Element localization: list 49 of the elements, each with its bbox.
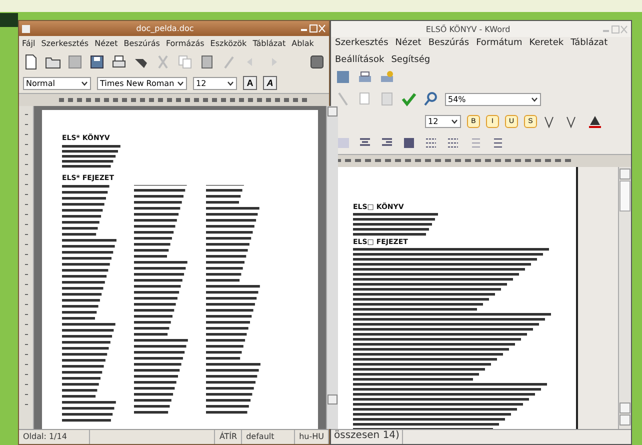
scrollbar-icon[interactable] xyxy=(327,106,338,406)
corner-block xyxy=(0,13,18,27)
printer-icon[interactable] xyxy=(357,69,373,85)
printer-icon[interactable] xyxy=(111,54,127,70)
caret-icon[interactable] xyxy=(177,80,184,86)
language-indicator: hu-HU xyxy=(295,430,329,444)
window-controls-icon[interactable] xyxy=(300,24,326,33)
size-dropdown[interactable]: 12 xyxy=(193,76,237,90)
new-document-icon[interactable] xyxy=(23,54,39,70)
menu-item[interactable]: Fájl xyxy=(22,39,36,48)
italic-button[interactable]: A xyxy=(263,76,277,90)
menu-item[interactable]: Segítség xyxy=(391,55,430,65)
menu-item[interactable]: Formázás xyxy=(166,39,204,48)
menu-item[interactable]: Nézet xyxy=(94,39,118,48)
find-icon[interactable] xyxy=(423,91,439,107)
status-text: összesen 14) xyxy=(331,430,404,444)
menu-item[interactable]: Nézet xyxy=(395,38,422,48)
app-icon xyxy=(22,24,30,32)
menu-item[interactable]: Beállítások xyxy=(335,55,384,65)
menu-item[interactable]: Beszúrás xyxy=(428,38,470,48)
menu-item[interactable]: Táblázat xyxy=(570,38,608,48)
window-title: ELSŐ KÖNYV - KWord xyxy=(424,24,512,34)
page-indicator: Oldal: 1/14 xyxy=(19,430,90,444)
caret-icon[interactable] xyxy=(451,118,458,124)
size-dropdown[interactable]: 12 xyxy=(425,114,461,128)
caret-icon[interactable] xyxy=(531,96,538,102)
insert-mode: ÁTÍR xyxy=(215,430,242,444)
page-style: default xyxy=(242,430,296,444)
menu-item[interactable]: Szerkesztés xyxy=(335,38,388,48)
bold-button[interactable]: A xyxy=(243,76,257,90)
gallery-icon[interactable] xyxy=(309,54,325,70)
caret-icon[interactable] xyxy=(81,80,88,86)
save-icon[interactable] xyxy=(335,69,351,85)
menu-item[interactable]: Szerkesztés xyxy=(41,39,89,48)
menu-item[interactable]: Eszközök xyxy=(210,39,247,48)
menu-item[interactable]: Keretek xyxy=(529,38,564,48)
font-dropdown[interactable]: Times New Roman xyxy=(97,76,187,90)
save-as-icon[interactable] xyxy=(89,54,105,70)
menu-item[interactable]: Táblázat xyxy=(252,39,286,48)
zoom-dropdown[interactable]: 54% xyxy=(445,92,541,106)
menu-item[interactable]: Ablak xyxy=(292,39,314,48)
paste-icon[interactable] xyxy=(199,54,215,70)
menu-item[interactable]: Beszúrás xyxy=(124,39,160,48)
save-icon[interactable] xyxy=(67,54,83,70)
menu-item[interactable]: Formátum xyxy=(476,38,522,48)
style-dropdown[interactable]: Normal xyxy=(23,76,91,90)
window-title: doc_pelda.doc xyxy=(135,24,195,33)
caret-icon[interactable] xyxy=(227,80,234,86)
justify-icon[interactable] xyxy=(401,135,417,151)
